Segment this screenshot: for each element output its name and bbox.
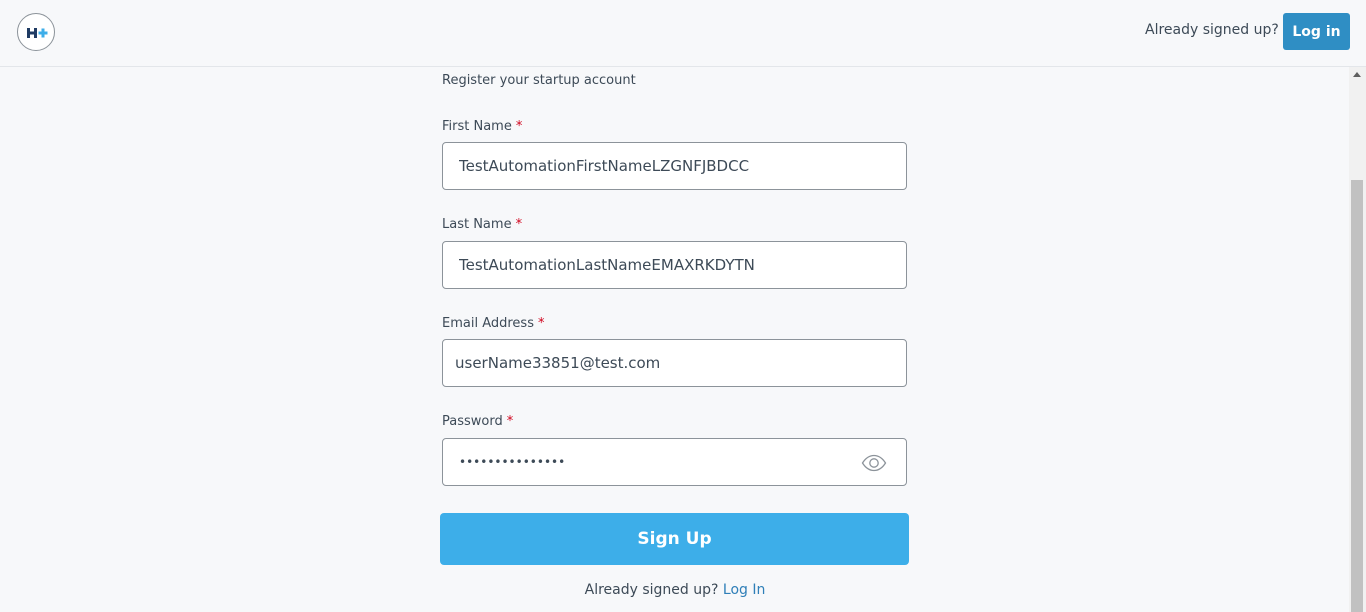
- form-subtitle: Register your startup account: [442, 73, 636, 88]
- email-label: Email Address *: [442, 315, 544, 333]
- scrollbar-thumb[interactable]: [1351, 180, 1363, 612]
- last-name-label-text: Last Name: [442, 217, 512, 232]
- email-label-text: Email Address: [442, 316, 534, 331]
- required-marker: *: [515, 217, 523, 232]
- header-login-button[interactable]: Log in: [1283, 13, 1350, 50]
- required-marker: *: [506, 414, 514, 429]
- last-name-input[interactable]: [442, 241, 907, 289]
- footer-login-prompt: Already signed up? Log In: [442, 580, 908, 600]
- password-input[interactable]: [442, 438, 907, 486]
- last-name-label: Last Name *: [442, 216, 522, 234]
- first-name-label-text: First Name: [442, 119, 512, 134]
- sign-up-button[interactable]: Sign Up: [440, 513, 909, 565]
- scroll-up-arrow-icon[interactable]: [1353, 72, 1361, 77]
- footer-already-signed-up-text: Already signed up?: [584, 582, 719, 598]
- first-name-label: First Name *: [442, 118, 522, 136]
- logo-icon: [27, 28, 48, 38]
- password-label-text: Password: [442, 414, 503, 429]
- vertical-scrollbar[interactable]: [1349, 67, 1366, 612]
- password-label: Password *: [442, 413, 513, 431]
- top-header: Already signed up? Log in: [0, 0, 1366, 67]
- footer-login-link[interactable]: Log In: [723, 582, 765, 598]
- header-already-signed-up-text: Already signed up?: [1145, 22, 1279, 38]
- email-input[interactable]: [442, 339, 907, 387]
- required-marker: *: [537, 316, 545, 331]
- app-logo[interactable]: [17, 13, 55, 51]
- eye-icon[interactable]: [861, 454, 887, 472]
- first-name-input[interactable]: [442, 142, 907, 190]
- required-marker: *: [515, 119, 523, 134]
